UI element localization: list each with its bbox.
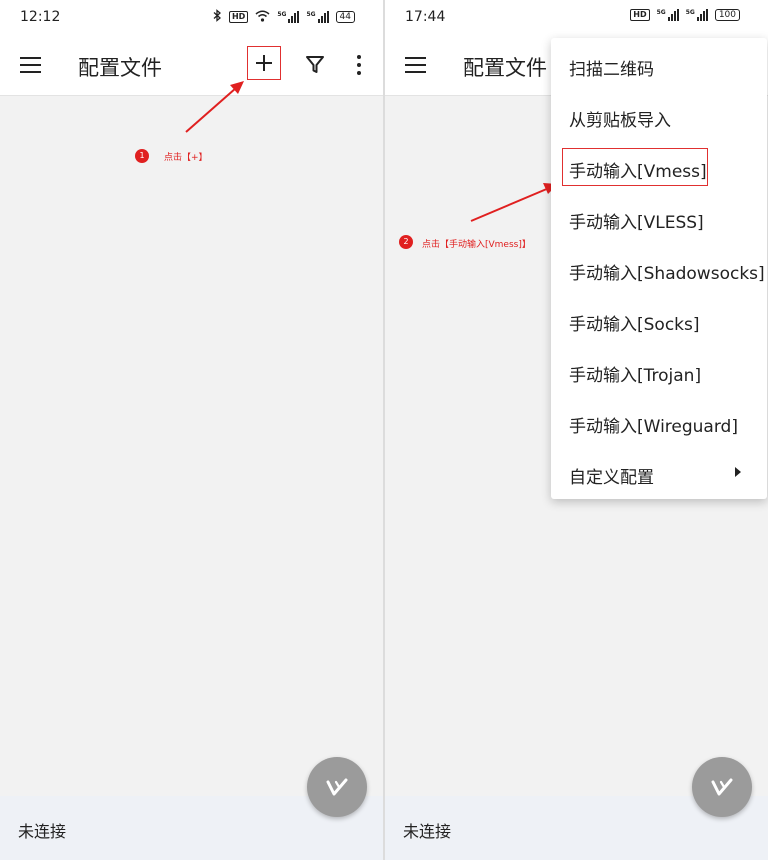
add-config-menu: 扫描二维码 从剪贴板导入 手动输入[Vmess] 手动输入[VLESS] 手动输… <box>551 38 767 499</box>
menu-item-manual-socks[interactable]: 手动输入[Socks] <box>569 310 700 335</box>
connect-fab[interactable] <box>692 757 752 817</box>
highlight-box-vmess <box>562 148 708 186</box>
menu-item-manual-wireguard[interactable]: 手动输入[Wireguard] <box>569 412 738 437</box>
menu-item-scan-qr[interactable]: 扫描二维码 <box>569 55 654 80</box>
menu-item-manual-trojan[interactable]: 手动输入[Trojan] <box>569 361 701 386</box>
connection-status: 未连接 <box>403 822 452 841</box>
menu-item-manual-vless[interactable]: 手动输入[VLESS] <box>569 208 704 233</box>
profile-list-empty <box>0 96 383 796</box>
menu-item-custom-config[interactable]: 自定义配置 <box>569 463 654 488</box>
v-logo-icon <box>711 778 733 796</box>
v-logo-icon <box>326 778 348 796</box>
menu-item-manual-shadowsocks[interactable]: 手动输入[Shadowsocks] <box>569 259 765 284</box>
annotation-arrow <box>185 81 244 133</box>
connection-status: 未连接 <box>18 822 67 841</box>
submenu-arrow-icon <box>735 467 741 477</box>
connect-fab[interactable] <box>307 757 367 817</box>
screen-left: 12:12 HD 5G 5G 44 配置文件 1 点击【+】 未连接 <box>0 0 383 860</box>
menu-item-import-clipboard[interactable]: 从剪贴板导入 <box>569 106 671 131</box>
